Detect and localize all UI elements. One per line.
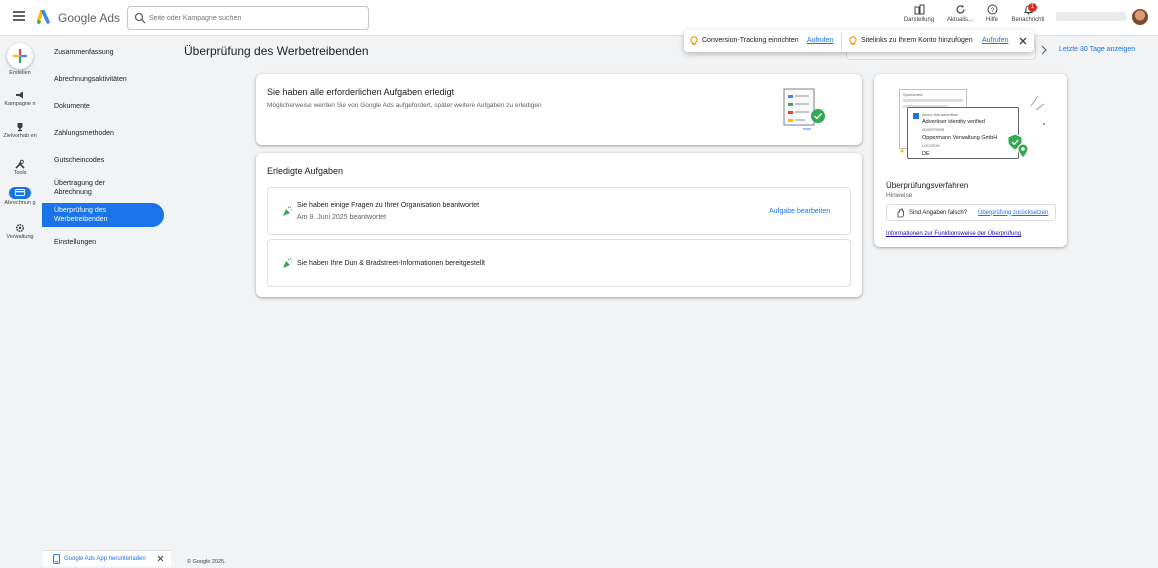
- rail-label: Abrechnun g: [4, 200, 36, 206]
- verification-process-card: Sponsored About this advertiser Advertis…: [874, 74, 1067, 247]
- gear-icon: [15, 223, 25, 233]
- notification-link[interactable]: Aufrufen: [807, 37, 833, 44]
- divider: [841, 33, 842, 49]
- all-tasks-done-card: Sie haben alle erforderlichen Aufgaben e…: [256, 74, 862, 145]
- notification-badge: 1: [1028, 3, 1037, 12]
- help-icon: ?: [987, 4, 997, 15]
- rail-item-tools[interactable]: Tools: [0, 159, 40, 177]
- chevron-right-icon[interactable]: [1040, 45, 1048, 55]
- account-name-redacted[interactable]: [1056, 12, 1126, 21]
- megaphone-icon: [16, 91, 23, 99]
- trophy-icon: [17, 123, 23, 132]
- help-label: Hilfe: [985, 17, 998, 23]
- card-title: Überprüfungsverfahren: [886, 181, 969, 190]
- completed-tasks-card: Erledigte Aufgaben Sie haben einige Frag…: [256, 153, 862, 297]
- appearance-icon: [914, 4, 924, 15]
- task-title: Sie haben einige Fragen zu Ihrer Organis…: [297, 202, 480, 209]
- tools-icon: [15, 159, 25, 169]
- brand-name: Google Ads: [58, 11, 121, 25]
- task-date: Am 9. Juni 2025 beantwortet: [297, 214, 387, 221]
- refresh-label: Aktualis...: [946, 17, 973, 23]
- rail-item-goals[interactable]: Zielvorhab en: [0, 122, 40, 140]
- copyright: © Google 2025.: [187, 559, 226, 565]
- notifications-label: Benachrichti: [1011, 17, 1045, 23]
- card-title: Sie haben alle erforderlichen Aufgaben e…: [267, 87, 455, 97]
- task-row: Sie haben einige Fragen zu Ihrer Organis…: [267, 187, 851, 235]
- rail-label: Zielvorhab en: [3, 133, 37, 139]
- hand-icon: [897, 208, 904, 218]
- appearance-label: Darstellung: [903, 17, 935, 23]
- celebration-icon: [283, 206, 293, 216]
- close-icon[interactable]: [1018, 36, 1028, 46]
- verification-info-link[interactable]: Informationen zur Funktionsweise der Übe…: [886, 231, 1021, 237]
- app-download-link[interactable]: Google Ads App herunterladen: [64, 556, 146, 562]
- close-icon[interactable]: [157, 555, 164, 562]
- wrong-info-text: Sind Angaben falsch?: [909, 209, 968, 216]
- google-ads-logo: [37, 10, 50, 24]
- notification-text: Conversion-Tracking einrichten: [702, 37, 799, 44]
- sparkles-decoration: [900, 95, 1045, 153]
- lightbulb-icon: [690, 36, 698, 46]
- subnav-item-settings[interactable]: Einstellungen: [42, 238, 164, 247]
- wrong-info-box: Sind Angaben falsch? Überprüfung zurücks…: [886, 204, 1056, 221]
- app-download-bar: Google Ads App herunterladen: [43, 550, 171, 566]
- notification-link[interactable]: Aufrufen: [982, 37, 1008, 44]
- task-title: Sie haben Ihre Dun & Bradstreet-Informat…: [297, 260, 485, 267]
- billing-pill: [9, 187, 31, 199]
- menu-icon[interactable]: [13, 11, 25, 21]
- svg-text:?: ?: [990, 7, 994, 14]
- page-title: Überprüfung des Werbetreibenden: [184, 44, 369, 58]
- task-list-illustration: [783, 88, 825, 130]
- rail-item-campaigns[interactable]: Kampagne n: [0, 90, 40, 108]
- rail-item-admin[interactable]: Verwaltung: [0, 223, 40, 241]
- rail-item-billing[interactable]: Abrechnun g: [0, 187, 40, 207]
- notification-bar: Conversion-Tracking einrichten Aufrufen …: [684, 30, 1034, 52]
- subnav-item-summary[interactable]: Zusammenfassung: [42, 48, 164, 57]
- edit-task-button[interactable]: Aufgabe bearbeiten: [769, 208, 830, 215]
- subnav-item-billing-activity[interactable]: Abrechnungsaktivitäten: [42, 75, 164, 84]
- card-subtitle: Hinweise: [886, 192, 913, 199]
- subnav-item-billing-transfer[interactable]: Übertragung der Abrechnung: [42, 179, 126, 197]
- subnav-item-documents[interactable]: Dokumente: [42, 102, 164, 111]
- notification-text: Sitelinks zu Ihrem Konto hinzufügen: [861, 37, 973, 44]
- search-box[interactable]: [127, 6, 369, 30]
- plus-icon: [13, 49, 27, 63]
- avatar[interactable]: [1132, 9, 1148, 25]
- rail-create-label: Erstellen: [9, 70, 31, 76]
- phone-icon: [53, 554, 60, 564]
- date-range-link[interactable]: Letzte 30 Tage anzeigen: [1059, 46, 1135, 53]
- task-row: Sie haben Ihre Dun & Bradstreet-Informat…: [267, 239, 851, 287]
- search-icon: [134, 12, 146, 24]
- subnav-item-promo-codes[interactable]: Gutscheincodes: [42, 156, 164, 165]
- search-input[interactable]: [149, 11, 359, 25]
- rail-label: Verwaltung: [6, 234, 34, 240]
- rail-label: Kampagne n: [4, 101, 36, 107]
- notifications-button[interactable]: 1 Benachrichti: [1006, 3, 1050, 32]
- rail-label: Tools: [13, 170, 27, 176]
- card-title: Erledigte Aufgaben: [267, 166, 344, 176]
- subnav-item-advertiser-verification[interactable]: Überprüfung des Werbetreibenden: [42, 203, 164, 227]
- celebration-icon: [283, 258, 293, 268]
- lightbulb-icon: [849, 36, 857, 46]
- card-subtitle: Möglicherweise werden Sie von Google Ads…: [267, 102, 542, 109]
- refresh-icon: [955, 5, 965, 14]
- reset-verification-link[interactable]: Überprüfung zurücksetzen: [978, 210, 1048, 216]
- subnav-item-payment-methods[interactable]: Zahlungsmethoden: [42, 129, 164, 138]
- credit-card-icon: [15, 189, 25, 196]
- create-button[interactable]: [7, 43, 33, 69]
- appearance-button[interactable]: Darstellung: [899, 4, 939, 32]
